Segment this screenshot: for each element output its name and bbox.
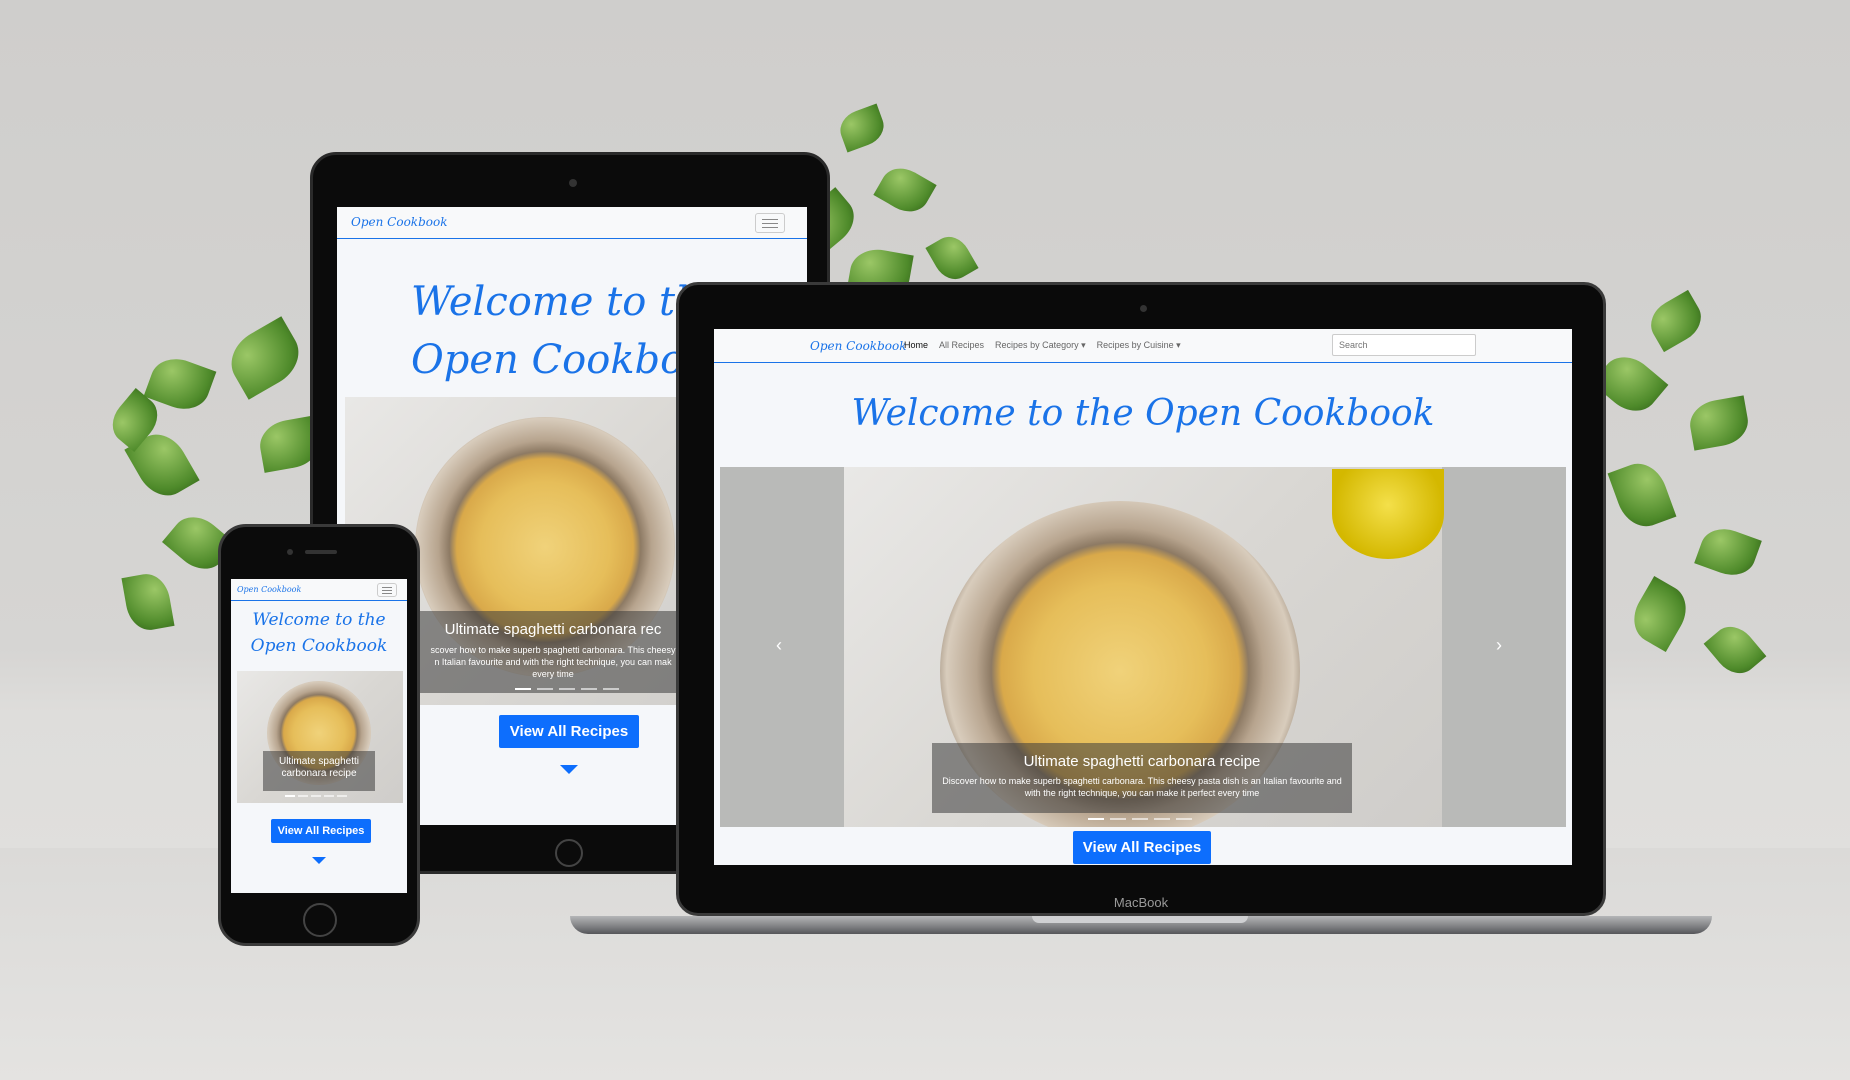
nav-links: Home All Recipes Recipes by Category ▾ R… <box>904 340 1181 351</box>
laptop-brand-label: MacBook <box>1113 895 1169 910</box>
nav-home[interactable]: Home <box>904 340 928 351</box>
hero-carousel: Ultimate spaghetti carbonara recipe <box>237 671 403 803</box>
camera-icon <box>1140 305 1147 312</box>
caption-description: Discover how to make superb spaghetti ca… <box>942 776 1342 798</box>
page-title: Welcome to the Open Cookbook <box>851 393 1435 434</box>
camera-icon <box>287 549 293 555</box>
brand-link[interactable]: Open Cookbook <box>237 585 301 594</box>
page-title: Welcome to the Open Cookbook <box>250 610 388 656</box>
carousel-caption: Ultimate spaghetti carbonara rec scover … <box>413 611 693 693</box>
caret-down-icon[interactable] <box>560 765 578 774</box>
carousel-caption: Ultimate spaghetti carbonara recipe <box>263 751 375 791</box>
carousel-indicators[interactable] <box>515 688 619 691</box>
phone-device: Open Cookbook Welcome to the Open Cookbo… <box>218 524 420 946</box>
phone-screen: Open Cookbook Welcome to the Open Cookbo… <box>231 579 407 893</box>
caret-down-icon[interactable] <box>312 857 326 864</box>
phone-navbar: Open Cookbook <box>231 579 407 601</box>
olive-oil-decoration <box>1332 469 1444 559</box>
caption-title: Ultimate spaghetti carbonara recipe <box>1023 753 1261 770</box>
hamburger-icon[interactable] <box>377 583 397 597</box>
carousel-indicators[interactable] <box>1088 818 1192 821</box>
tablet-navbar: Open Cookbook <box>337 207 807 239</box>
chevron-left-icon[interactable]: ‹ <box>776 635 782 656</box>
view-all-recipes-button[interactable]: View All Recipes <box>271 819 371 843</box>
nav-recipes-by-category[interactable]: Recipes by Category ▾ <box>995 340 1086 351</box>
nav-recipes-by-cuisine[interactable]: Recipes by Cuisine ▾ <box>1097 340 1181 351</box>
search-input[interactable] <box>1332 334 1476 356</box>
caption-title: Ultimate spaghetti carbonara rec <box>444 621 662 638</box>
laptop-navbar: Open Cookbook Home All Recipes Recipes b… <box>714 329 1572 363</box>
view-all-recipes-button[interactable]: View All Recipes <box>499 715 639 748</box>
speaker-slot <box>305 550 337 554</box>
home-button-icon[interactable] <box>303 903 337 937</box>
view-all-recipes-button[interactable]: View All Recipes <box>1073 831 1211 864</box>
hero-carousel: ‹ › Ultimate spaghetti carbonara recipe … <box>720 467 1566 827</box>
chevron-right-icon[interactable]: › <box>1496 635 1502 656</box>
nav-all-recipes[interactable]: All Recipes <box>939 340 984 351</box>
laptop-screen: Open Cookbook Home All Recipes Recipes b… <box>714 329 1572 865</box>
camera-icon <box>569 179 577 187</box>
brand-link[interactable]: Open Cookbook <box>810 339 906 353</box>
carousel-caption: Ultimate spaghetti carbonara recipe Disc… <box>932 743 1352 813</box>
laptop-hinge <box>1032 916 1248 923</box>
carousel-indicators[interactable] <box>285 795 347 798</box>
home-button-icon <box>555 839 583 867</box>
hamburger-icon[interactable] <box>755 213 785 233</box>
caption-description: scover how to make superb spaghetti carb… <box>430 645 676 679</box>
brand-link[interactable]: Open Cookbook <box>351 215 447 229</box>
plant-right-decoration <box>1580 289 1770 720</box>
laptop-device: Open Cookbook Home All Recipes Recipes b… <box>676 282 1606 916</box>
